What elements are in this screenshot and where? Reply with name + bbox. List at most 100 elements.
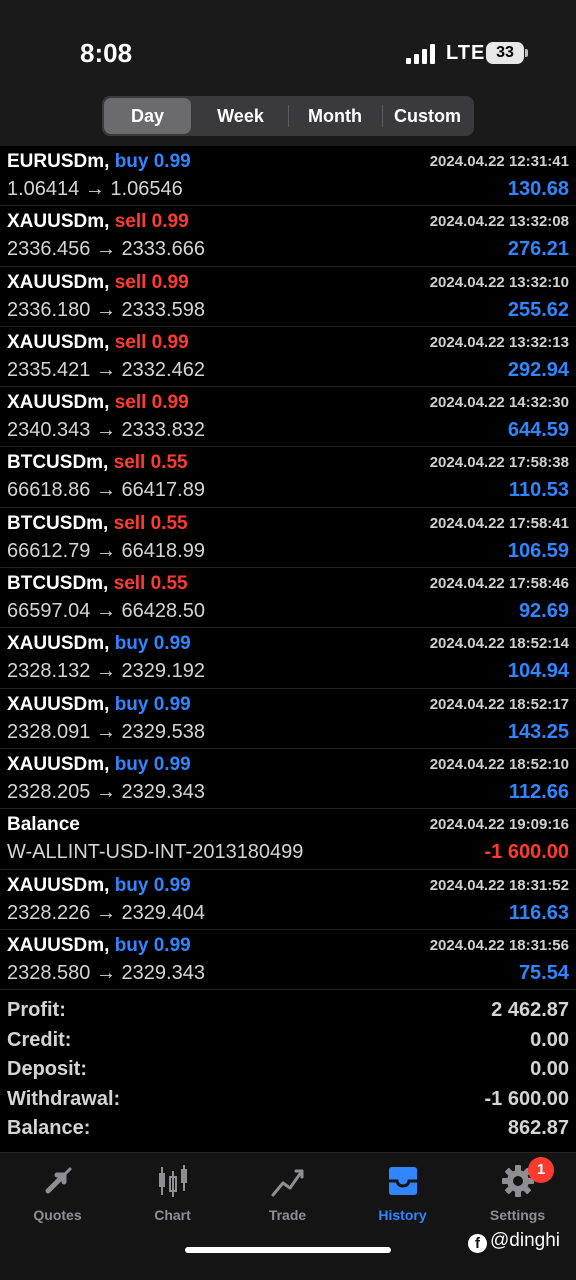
deal-profit: 130.68: [507, 178, 569, 200]
period-filter-bar: Day Week Month Custom: [0, 96, 576, 146]
deal-profit: -1 600.00: [484, 841, 569, 864]
candlestick-icon: [159, 1165, 187, 1197]
deal-profit: 276.21: [507, 238, 569, 261]
home-indicator[interactable]: [185, 1247, 391, 1253]
tab-quotes-label: Quotes: [33, 1207, 82, 1223]
deal-symbol-line: Balance: [7, 814, 80, 836]
deal-row[interactable]: BTCUSDm, sell 0.55 66597.04 → 66428.50 202…: [0, 568, 576, 629]
deal-profit: 292.94: [507, 358, 569, 381]
deal-symbol-line: XAUUSDm, buy 0.99: [7, 633, 191, 655]
deal-prices: 2336.456 → 2333.666: [7, 238, 205, 261]
deal-symbol: Balance: [7, 814, 80, 836]
deal-symbol-line: XAUUSDm, sell 0.99: [7, 332, 189, 354]
deal-symbol: BTCUSDm,: [7, 573, 109, 595]
deal-row[interactable]: XAUUSDm, buy 0.99 2328.132 → 2329.192 2024…: [0, 628, 576, 689]
tab-trade[interactable]: Trade: [230, 1159, 345, 1225]
deal-time: 2024.04.22 17:58:38: [429, 454, 569, 472]
inbox-tray-icon: [389, 1167, 417, 1195]
deal-row[interactable]: XAUUSDm, sell 0.99 2335.421 → 2332.462 202…: [0, 327, 576, 388]
deal-row[interactable]: XAUUSDm, buy 0.99 2328.205 → 2329.343 2024…: [0, 749, 576, 810]
deal-side-volume: sell 0.55: [113, 573, 188, 595]
deal-time: 2024.04.22 18:52:17: [429, 695, 569, 713]
tab-week[interactable]: Week: [194, 98, 287, 134]
tab-settings[interactable]: Settings: [460, 1159, 575, 1225]
deal-side-volume: sell 0.99: [114, 331, 189, 353]
facebook-icon: f: [468, 1234, 487, 1253]
summary-label: Withdrawal:: [7, 1087, 121, 1110]
deal-time: 2024.04.22 18:31:56: [429, 936, 569, 954]
summary-value: -1 600.00: [484, 1087, 569, 1110]
deal-symbol: XAUUSDm,: [7, 874, 110, 896]
deal-prices: W-ALLINT-USD-INT-2013180499: [7, 841, 304, 864]
summary-value: 0.00: [530, 1028, 569, 1051]
deal-profit: 644.59: [507, 419, 569, 442]
deal-symbol: BTCUSDm,: [7, 452, 109, 474]
deal-side-volume: sell 0.55: [113, 452, 188, 474]
deal-symbol-line: XAUUSDm, sell 0.99: [7, 272, 189, 294]
deal-symbol-line: BTCUSDm, sell 0.55: [7, 573, 188, 595]
deal-row[interactable]: BTCUSDm, sell 0.55 66612.79 → 66418.99 202…: [0, 508, 576, 569]
tab-custom[interactable]: Custom: [383, 98, 472, 134]
tab-history[interactable]: History: [345, 1159, 460, 1225]
deal-row[interactable]: XAUUSDm, buy 0.99 2328.226 → 2329.404 2024…: [0, 870, 576, 930]
deal-side-volume: sell 0.99: [114, 392, 189, 414]
tab-month[interactable]: Month: [289, 98, 381, 134]
deal-row[interactable]: BTCUSDm, sell 0.55 66618.86 → 66417.89 202…: [0, 447, 576, 508]
summary-label: Deposit:: [7, 1058, 87, 1080]
deal-prices: 66618.86 → 66417.89: [7, 479, 205, 502]
tab-quotes[interactable]: Quotes: [0, 1159, 115, 1225]
deal-prices: 66612.79 → 66418.99: [7, 539, 205, 562]
summary-value: 2 462.87: [491, 999, 569, 1021]
deal-profit: 104.94: [507, 660, 569, 683]
deal-row[interactable]: XAUUSDm, sell 0.99 2336.180 → 2333.598 202…: [0, 267, 576, 327]
cellular-signal-icon: [406, 44, 438, 64]
deal-profit: 92.69: [518, 600, 569, 623]
tab-trade-label: Trade: [268, 1207, 307, 1223]
battery-tip: [525, 49, 528, 57]
account-summary: Profit: 2 462.87 Credit: 0.00 Deposit: 0.00 Wi…: [0, 997, 576, 1145]
deal-symbol-line: EURUSDm, buy 0.99: [7, 151, 191, 173]
deal-symbol: BTCUSDm,: [7, 512, 109, 534]
summary-value: 862.87: [507, 1117, 569, 1139]
deal-symbol-line: BTCUSDm, sell 0.55: [7, 513, 188, 535]
tab-settings-label: Settings: [489, 1207, 546, 1223]
settings-notification-badge: 1: [528, 1157, 554, 1183]
deal-time: 2024.04.22 13:32:08: [429, 213, 569, 231]
deal-symbol: EURUSDm,: [7, 151, 110, 172]
deal-profit: 75.54: [518, 961, 569, 984]
deal-row[interactable]: XAUUSDm, sell 0.99 2336.456 → 2333.666 202…: [0, 206, 576, 267]
tab-chart-label: Chart: [154, 1207, 191, 1223]
deal-profit: 116.63: [508, 901, 569, 924]
status-bar: 8:08 LTE 33: [0, 0, 576, 96]
tab-day[interactable]: Day: [104, 98, 191, 134]
deal-side-volume: buy 0.99: [114, 753, 191, 775]
deal-row[interactable]: XAUUSDm, buy 0.99 2328.580 → 2329.343 2024…: [0, 930, 576, 991]
deal-symbol: XAUUSDm,: [7, 693, 110, 715]
deal-side-volume: buy 0.99: [114, 874, 191, 896]
deal-row[interactable]: Balance W-ALLINT-USD-INT-2013180499 2024.0…: [0, 809, 576, 870]
network-type: LTE: [446, 42, 486, 64]
deal-row[interactable]: XAUUSDm, buy 0.99 2328.091 → 2329.538 2024…: [0, 689, 576, 749]
deal-symbol: XAUUSDm,: [7, 392, 110, 414]
deal-profit: 143.25: [507, 720, 569, 743]
summary-row: Deposit: 0.00: [0, 1056, 576, 1086]
status-time: 8:08: [80, 38, 133, 68]
deal-time: 2024.04.22 17:58:41: [429, 514, 569, 532]
deal-side-volume: buy 0.99: [114, 633, 191, 655]
deal-prices: 2336.180 → 2333.598: [7, 298, 205, 321]
deal-profit: 112.66: [508, 780, 569, 803]
deal-symbol-line: BTCUSDm, sell 0.55: [7, 452, 188, 474]
summary-row: Profit: 2 462.87: [0, 997, 576, 1027]
summary-label: Balance:: [7, 1117, 91, 1139]
deal-profit: 110.53: [508, 479, 569, 502]
tab-chart[interactable]: Chart: [115, 1159, 230, 1225]
deal-symbol-line: XAUUSDm, buy 0.99: [7, 694, 191, 716]
deal-time: 2024.04.22 14:32:30: [429, 394, 569, 412]
trend-line-icon: [271, 1169, 304, 1197]
deal-row[interactable]: EURUSDm, buy 0.99 1.06414 → 1.06546 2024.0…: [0, 146, 576, 207]
deal-symbol: XAUUSDm,: [7, 633, 110, 655]
deal-prices: 2328.580 → 2329.343: [7, 961, 205, 984]
deal-row[interactable]: XAUUSDm, sell 0.99 2340.343 → 2333.832 202…: [0, 387, 576, 448]
deal-symbol: XAUUSDm,: [7, 934, 110, 956]
summary-row: Balance: 862.87: [0, 1115, 576, 1145]
